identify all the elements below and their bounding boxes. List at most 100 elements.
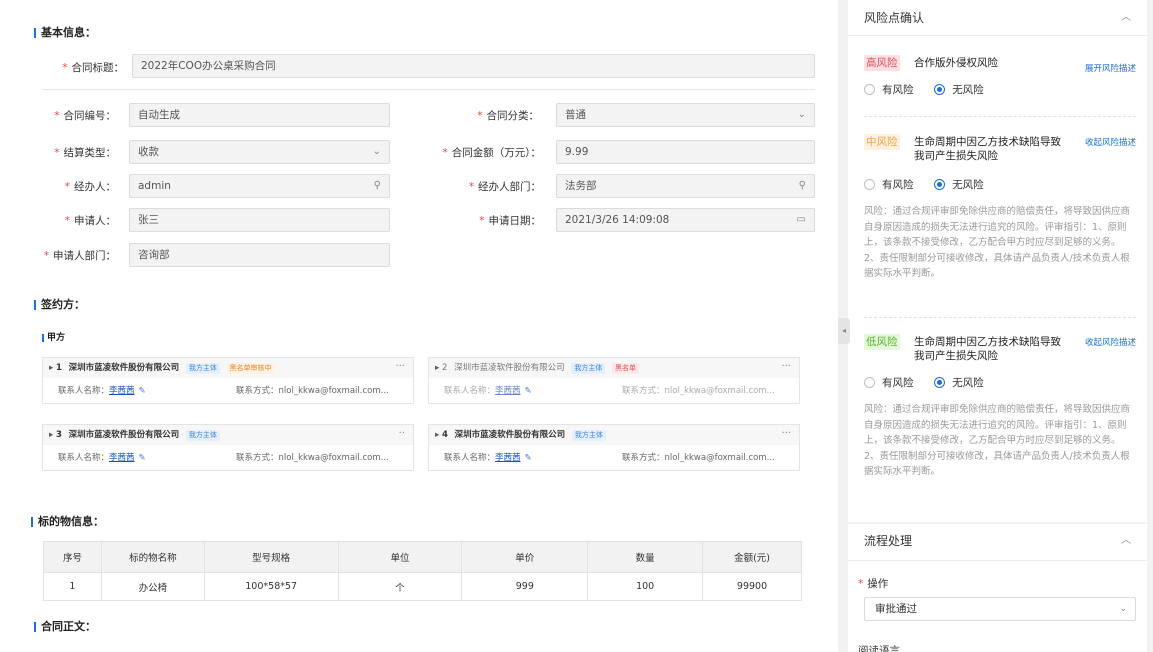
- chevron-up-icon[interactable]: ︿: [1121, 0, 1131, 36]
- risk-panel-header[interactable]: 风险点确认 ︿: [848, 0, 1147, 36]
- more-icon[interactable]: ···: [781, 358, 791, 376]
- table-cell: 99900: [702, 572, 802, 601]
- column-header: 金额(元): [702, 541, 802, 573]
- right-panel: 风险点确认 ︿ 高风险 合作版外侵权风险 展开风险描述 有风险 无风险 中风险 …: [838, 0, 1153, 652]
- contact-way-label: 联系方式：: [622, 386, 665, 396]
- edit-icon[interactable]: ✎: [139, 386, 146, 396]
- party-card[interactable]: ▸ 1 深圳市蓝凌软件股份有限公司 我方主体 黑名单审核中 ··· 联系人名称：…: [42, 357, 414, 404]
- contact-way-label: 联系方式：: [236, 386, 279, 396]
- party-number: 2: [441, 363, 448, 373]
- radio-no-risk[interactable]: 无风险: [934, 84, 984, 96]
- our-entity-tag: 我方主体: [571, 363, 606, 374]
- party-a-label: 甲方: [42, 332, 65, 344]
- contract-category-select[interactable]: 普通 ⌄: [556, 103, 815, 127]
- radio-no-risk[interactable]: 无风险: [934, 179, 984, 191]
- high-risk-badge: 高风险: [864, 55, 900, 71]
- divider: [864, 317, 1136, 318]
- section-contract-body: 合同正文：: [34, 620, 96, 634]
- user-icon[interactable]: ⚲: [374, 175, 381, 197]
- contract-no-field[interactable]: 自动生成: [129, 103, 390, 127]
- flow-panel-header[interactable]: 流程处理 ︿: [848, 524, 1147, 558]
- party-card-body: 联系人名称：李茜茜 ✎ 联系方式：nlol_kkwa@foxmail.com...: [429, 445, 799, 471]
- party-card-header: ▸ 2 深圳市蓝凌软件股份有限公司 我方主体 黑名单: [429, 358, 799, 378]
- risk-name: 生命周期中因乙方技术缺陷导致我司产生损失风险: [914, 136, 1061, 162]
- radio-no-risk[interactable]: 无风险: [934, 377, 984, 389]
- risk-name: 生命周期中因乙方技术缺陷导致我司产生损失风险: [914, 336, 1061, 362]
- flow-panel-title: 流程处理: [864, 534, 913, 548]
- contact-name-link[interactable]: 李茜茜: [495, 386, 521, 396]
- low-risk-badge: 低风险: [864, 334, 900, 350]
- contact-name-link[interactable]: 李茜茜: [109, 386, 135, 396]
- risk-item: 高风险 合作版外侵权风险 展开风险描述 有风险 无风险: [864, 55, 1136, 103]
- risk-radio-group: 有风险 无风险: [864, 178, 984, 192]
- risk-item: 中风险 生命周期中因乙方技术缺陷导致我司产生损失风险 收起风险描述 有风险 无风…: [864, 134, 1136, 324]
- applicant-dept-field[interactable]: 咨询部: [129, 243, 390, 267]
- panel-collapse-handle[interactable]: ◂: [838, 318, 850, 344]
- flow-panel: 流程处理 ︿ * 操作 审批通过 ⌄ 阅读语言: [848, 524, 1147, 652]
- contact-name-label: 联系人名称：: [58, 453, 110, 463]
- contact-name-label: 联系人名称：: [58, 386, 110, 396]
- more-icon[interactable]: ···: [395, 358, 405, 376]
- table-cell: 999: [461, 572, 589, 601]
- chevron-down-icon: ⌄: [1119, 604, 1127, 614]
- more-icon[interactable]: ··: [399, 425, 405, 443]
- contact-way-label: 联系方式：: [622, 453, 665, 463]
- risk-panel-title: 风险点确认: [864, 11, 925, 25]
- calendar-icon[interactable]: ▭: [797, 209, 806, 231]
- radio-has-risk[interactable]: 有风险: [864, 179, 914, 191]
- handler-field[interactable]: admin ⚲: [129, 174, 390, 198]
- settle-type-select[interactable]: 收款 ⌄: [129, 140, 390, 164]
- table-cell: 100*58*57: [203, 572, 339, 601]
- divider: [42, 89, 815, 90]
- party-company-name: 深圳市蓝凌软件股份有限公司: [68, 363, 180, 373]
- table-row: 1 办公椅 100*58*57 个 999 100 99900: [43, 572, 802, 601]
- radio-has-risk[interactable]: 有风险: [864, 84, 914, 96]
- edit-icon[interactable]: ✎: [525, 453, 532, 463]
- party-card[interactable]: ▸ 2 深圳市蓝凌软件股份有限公司 我方主体 黑名单 ··· 联系人名称：李茜茜…: [428, 357, 800, 404]
- handler-label: * 经办人：: [64, 181, 116, 193]
- table-cell: 办公椅: [100, 572, 205, 601]
- settle-type-label: * 结算类型：: [54, 147, 116, 159]
- contact-name-link[interactable]: 李茜茜: [495, 453, 521, 463]
- contact-way-label: 联系方式：: [236, 453, 279, 463]
- party-card[interactable]: ▸ 3 深圳市蓝凌软件股份有限公司 我方主体 ·· 联系人名称：李茜茜 ✎ 联系方…: [42, 424, 414, 471]
- user-icon[interactable]: ⚲: [799, 175, 806, 197]
- radio-has-risk[interactable]: 有风险: [864, 377, 914, 389]
- expand-risk-link[interactable]: 展开风险描述: [1085, 62, 1136, 74]
- our-entity-tag: 我方主体: [185, 363, 220, 374]
- column-header: 单价: [461, 541, 589, 573]
- contract-amount-field[interactable]: 9.99: [556, 140, 815, 164]
- party-number: 1: [55, 363, 62, 373]
- party-company-name: 深圳市蓝凌软件股份有限公司: [454, 430, 566, 440]
- section-signing: 签约方：: [34, 298, 85, 312]
- divider: [848, 560, 1147, 561]
- contact-name-label: 联系人名称：: [444, 453, 496, 463]
- risk-confirm-panel: 风险点确认 ︿ 高风险 合作版外侵权风险 展开风险描述 有风险 无风险 中风险 …: [848, 0, 1147, 522]
- table-header-row: 序号 标的物名称 型号规格 单位 单价 数量 金额(元): [43, 541, 802, 573]
- apply-date-field[interactable]: 2021/3/26 14:09:08 ▭: [556, 208, 815, 232]
- edit-icon[interactable]: ✎: [525, 386, 532, 396]
- handler-dept-label: * 经办人部门：: [468, 181, 541, 193]
- contact-name-link[interactable]: 李茜茜: [109, 453, 135, 463]
- handler-dept-field[interactable]: 法务部 ⚲: [556, 174, 815, 198]
- column-header: 序号: [43, 541, 102, 573]
- contact-email: nlol_kkwa@foxmail.com...: [664, 386, 775, 396]
- edit-icon[interactable]: ✎: [139, 453, 146, 463]
- collapse-risk-link[interactable]: 收起风险描述: [1085, 136, 1136, 148]
- operation-select[interactable]: 审批通过 ⌄: [864, 597, 1136, 621]
- contract-category-label: * 合同分类：: [477, 110, 539, 122]
- risk-item: 低风险 生命周期中因乙方技术缺陷导致我司产生损失风险 收起风险描述 有风险 无风…: [864, 334, 1136, 504]
- risk-radio-group: 有风险 无风险: [864, 83, 984, 97]
- more-icon[interactable]: ···: [781, 425, 791, 443]
- applicant-dept-label: * 申请人部门：: [43, 250, 116, 262]
- contract-title-field[interactable]: 2022年COO办公桌采购合同: [132, 54, 815, 78]
- party-card[interactable]: ▸ 4 深圳市蓝凌软件股份有限公司 我方主体 ··· 联系人名称：李茜茜 ✎ 联系…: [428, 424, 800, 471]
- medium-risk-badge: 中风险: [864, 134, 900, 150]
- party-company-name: 深圳市蓝凌软件股份有限公司: [68, 430, 180, 440]
- risk-radio-group: 有风险 无风险: [864, 376, 984, 390]
- party-card-header: ▸ 1 深圳市蓝凌软件股份有限公司 我方主体 黑名单审核中: [43, 358, 413, 378]
- applicant-field[interactable]: 张三: [129, 208, 390, 232]
- collapse-risk-link[interactable]: 收起风险描述: [1085, 336, 1136, 348]
- chevron-up-icon[interactable]: ︿: [1121, 524, 1131, 558]
- party-number: 3: [55, 430, 62, 440]
